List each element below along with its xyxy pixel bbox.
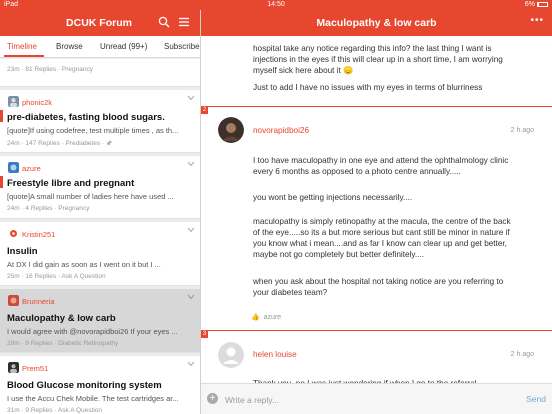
thread-item[interactable]: Prem51 Blood Glucose monitoring system I… [0, 356, 200, 414]
thread-detail-pane: Maculopathy & low carb ••• hospital take… [201, 10, 552, 414]
post-author[interactable]: novorapidboi26 [253, 126, 309, 135]
thumbs-up-icon: 👍 [251, 314, 260, 321]
thread-snippet: [quote]A small number of ladies here hav… [7, 192, 174, 201]
thread-item[interactable]: phonic2k pre-diabetes, fasting blood sug… [0, 90, 200, 153]
thread-snippet: I would agree with @novorapidboi26 If yo… [7, 327, 178, 336]
chevron-down-icon[interactable] [187, 294, 195, 300]
tab-timeline[interactable]: Timeline [7, 42, 37, 51]
like-row[interactable]: 👍 azure [251, 313, 281, 321]
thread-author[interactable]: azure [22, 164, 41, 173]
thread-header: Maculopathy & low carb ••• [201, 10, 552, 36]
post-body: I too have maculopathy in one eye and at… [253, 156, 509, 176]
post-body: maculopathy is simply retinopathy at the… [253, 217, 511, 259]
avatar[interactable] [218, 117, 244, 143]
avatar[interactable] [218, 342, 244, 368]
battery-percent: 6% [524, 1, 535, 8]
thread-meta: 23m · 81 Replies · Pregnancy [7, 66, 93, 73]
status-time: 14:50 [267, 1, 285, 8]
tab-subscribed[interactable]: Subscribed [164, 42, 200, 51]
thread-snippet: [quote]If using codefree, test multiple … [7, 126, 179, 135]
chevron-down-icon[interactable] [187, 361, 195, 367]
thread-title: Freestyle libre and pregnant [7, 178, 135, 189]
avatar [8, 362, 19, 373]
thread-item-selected[interactable]: Brunneria Maculopathy & low carb I would… [0, 289, 200, 353]
post-body: hospital take any notice regarding this … [253, 44, 503, 75]
thread-snippet: At DX I did gain as soon as I went on it… [7, 260, 161, 269]
thread-meta: 25m · 16 Replies · Ask A Question [7, 273, 106, 280]
battery-icon [537, 1, 548, 7]
post-number: 2 [201, 106, 208, 114]
thread-author[interactable]: Prem51 [22, 364, 48, 373]
thread-title: Maculopathy & low carb [7, 313, 116, 324]
avatar [8, 96, 19, 107]
thread-item[interactable]: 23m · 81 Replies · Pregnancy [0, 59, 200, 87]
post-body: Just to add I have no issues with my eye… [253, 83, 483, 92]
thread-title: Blood Glucose monitoring system [7, 380, 162, 391]
unread-marker [0, 176, 3, 188]
post-divider [201, 330, 552, 331]
post-divider [201, 106, 552, 107]
tab-unread[interactable]: Unread (99+) [100, 42, 147, 51]
tab-browse[interactable]: Browse [56, 42, 83, 51]
thread-meta: 24m · 4 Replies · Pregnancy [7, 205, 90, 212]
post-time: 2 h ago [510, 127, 534, 134]
thread-author[interactable]: phonic2k [22, 98, 52, 107]
avatar [8, 162, 19, 173]
chevron-down-icon[interactable] [187, 161, 195, 167]
thread-item[interactable]: azure Freestyle libre and pregnant [quot… [0, 156, 200, 219]
search-icon[interactable] [158, 16, 170, 28]
avatar [8, 295, 19, 306]
reply-input[interactable] [225, 390, 513, 409]
menu-icon[interactable] [178, 16, 190, 28]
send-button[interactable]: Send [526, 394, 546, 404]
more-options-icon[interactable]: ••• [530, 15, 544, 26]
add-attachment-icon[interactable]: + [207, 393, 218, 404]
thread-item[interactable]: Kristin251 Insulin At DX I did gain as s… [0, 222, 200, 286]
unread-marker [0, 110, 3, 122]
thread-meta: 29m · 9 Replies · Diabetic Retinopathy [7, 340, 119, 347]
thread-title: pre-diabetes, fasting blood sugars. [7, 112, 165, 123]
tab-bar: Timeline Browse Unread (99+) Subscribed [0, 36, 200, 58]
active-tab-indicator [4, 55, 44, 57]
post-time: 2 h ago [510, 351, 534, 358]
post-number: 3 [201, 330, 208, 338]
status-bar: iPad 14:50 6% [0, 0, 552, 10]
thread-title: Insulin [7, 246, 38, 257]
post-body: when you ask about the hospital not taki… [253, 277, 504, 297]
reply-bar: + Send [201, 383, 552, 414]
avatar [8, 228, 19, 239]
post-author[interactable]: helen louise [253, 350, 297, 359]
thread-snippet: I use the Accu Chek Mobile. The test car… [7, 394, 179, 403]
thread-author[interactable]: Brunneria [22, 297, 55, 306]
chevron-down-icon[interactable] [187, 95, 195, 101]
thread-detail-title: Maculopathy & low carb [316, 17, 437, 29]
app-title: DCUK Forum [66, 17, 132, 29]
left-header: DCUK Forum [0, 10, 200, 36]
thread-author[interactable]: Kristin251 [22, 230, 55, 239]
thread-meta: 31m · 9 Replies · Ask A Question [7, 407, 103, 414]
thread-list-pane: DCUK Forum Timeline Browse Unread (99+) … [0, 10, 201, 414]
chevron-down-icon[interactable] [187, 227, 195, 233]
thread-meta: 24m · 147 Replies · Prediabetes · 🖈 [7, 140, 113, 147]
battery-indicator: 6% [525, 1, 548, 8]
post-body: you wont be getting injections necessari… [253, 193, 413, 202]
